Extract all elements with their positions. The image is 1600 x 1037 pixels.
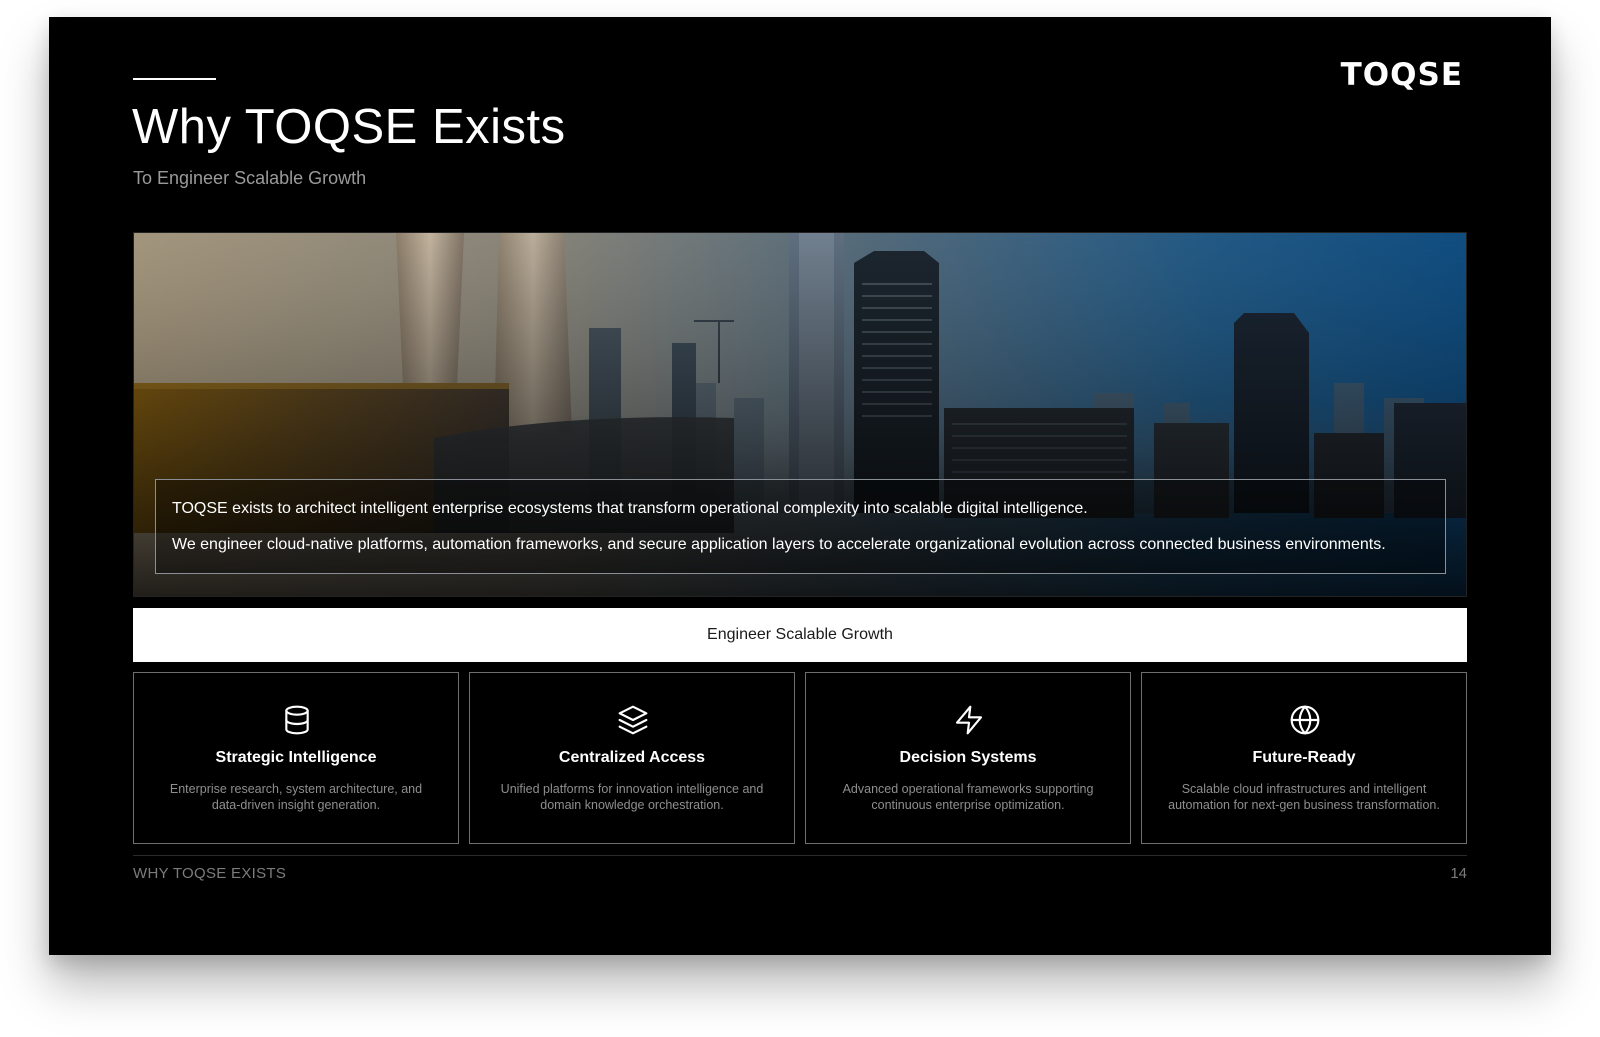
- tagline-banner: Engineer Scalable Growth: [133, 608, 1467, 662]
- page-subtitle: To Engineer Scalable Growth: [133, 168, 367, 188]
- pillar-card-description: Scalable cloud infrastructures and intel…: [1168, 782, 1440, 812]
- footer-divider: [133, 855, 1467, 856]
- hero-caption-box: TOQSE exists to architect intelligent en…: [155, 479, 1446, 574]
- pillar-card-title: Future-Ready: [1252, 749, 1356, 766]
- pillar-card-future-ready: Future-Ready Scalable cloud infrastructu…: [1141, 672, 1467, 844]
- pillar-card-description: Enterprise research, system architecture…: [169, 782, 423, 812]
- pillar-card-title: Centralized Access: [558, 749, 706, 766]
- slide: Why TOQSE Exists To Engineer Scalable Gr…: [49, 17, 1551, 955]
- hero-image-panel: TOQSE exists to architect intelligent en…: [133, 232, 1467, 597]
- pillar-card-centralized-access: Centralized Access Unified platforms for…: [469, 672, 795, 844]
- pillar-card-title: Strategic Intelligence: [215, 749, 377, 766]
- brand-logo: TOQSE: [1340, 57, 1463, 93]
- tagline-banner-label: Engineer Scalable Growth: [707, 626, 893, 643]
- page-number: 14: [1450, 865, 1467, 882]
- pillar-card-description: Advanced operational frameworks supporti…: [842, 782, 1094, 812]
- hero-caption-line: We engineer cloud-native platforms, auto…: [172, 536, 1386, 553]
- pillar-card-strategic-intelligence: Strategic Intelligence Enterprise resear…: [133, 672, 459, 844]
- hero-caption-line: TOQSE exists to architect intelligent en…: [172, 500, 1088, 517]
- pillar-card-description: Unified platforms for innovation intelli…: [500, 782, 764, 812]
- footer-section-label: WHY TOQSE EXISTS: [133, 865, 287, 882]
- layers-icon: [618, 705, 648, 735]
- presentation-canvas: Why TOQSE Exists To Engineer Scalable Gr…: [0, 0, 1600, 1037]
- globe-icon: [1290, 705, 1320, 735]
- pillar-card-decision-systems: Decision Systems Advanced operational fr…: [805, 672, 1131, 844]
- page-title: Why TOQSE Exists: [132, 100, 566, 154]
- pillar-card-title: Decision Systems: [899, 749, 1037, 766]
- pillar-cards: Strategic Intelligence Enterprise resear…: [133, 672, 1467, 844]
- database-icon: [285, 705, 309, 735]
- title-accent-line: [133, 78, 216, 80]
- lightning-icon: [955, 705, 983, 735]
